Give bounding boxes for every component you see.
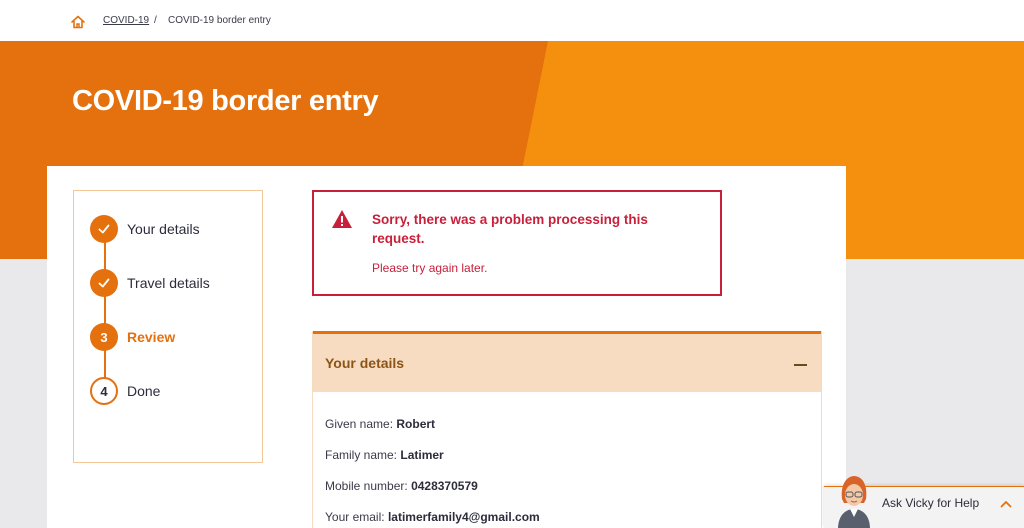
error-title: Sorry, there was a problem processing th… <box>372 212 648 246</box>
stepper-line <box>104 231 106 391</box>
chat-widget[interactable]: Ask Vicky for Help <box>824 476 1024 528</box>
field-value: Latimer <box>400 448 444 462</box>
step-label: Review <box>127 329 176 345</box>
your-details-section: Your details Given name: Robert Family n… <box>312 331 822 528</box>
field-value: 0428370579 <box>411 479 478 493</box>
field-label: Given name: <box>325 417 394 431</box>
progress-stepper: Your details Travel details 3 Review 4 D… <box>73 190 263 463</box>
top-bar: COVID-19 / COVID-19 border entry <box>0 0 1024 41</box>
your-details-header[interactable]: Your details <box>313 331 821 392</box>
home-icon[interactable] <box>70 14 86 30</box>
breadcrumb-link-covid19[interactable]: COVID-19 <box>103 15 149 26</box>
step-check-icon <box>90 269 118 297</box>
field-mobile-number: Mobile number: 0428370579 <box>325 479 478 493</box>
step-label: Your details <box>127 221 200 237</box>
step-travel-details[interactable]: Travel details <box>90 269 210 297</box>
collapse-icon[interactable] <box>793 356 809 372</box>
error-message: Please try again later. <box>372 261 488 275</box>
page-title: COVID-19 border entry <box>72 85 379 117</box>
step-review[interactable]: 3 Review <box>90 323 175 351</box>
field-label: Your email: <box>325 510 385 524</box>
field-value: latimerfamily4@gmail.com <box>387 510 540 524</box>
step-your-details[interactable]: Your details <box>90 215 200 243</box>
main-card: Your details Travel details 3 Review 4 D… <box>47 166 846 528</box>
breadcrumb-separator: / <box>154 15 157 26</box>
field-given-name: Given name: Robert <box>325 417 435 431</box>
field-family-name: Family name: Latimer <box>325 448 444 462</box>
field-value: Robert <box>396 417 436 431</box>
field-label: Family name: <box>325 448 398 462</box>
section-title: Your details <box>325 355 405 371</box>
field-email: Your email: latimerfamily4@gmail.com <box>325 510 540 524</box>
vicky-avatar <box>838 476 870 528</box>
chevron-up-icon[interactable] <box>1000 499 1012 509</box>
error-alert: Sorry, there was a problem processing th… <box>312 190 722 296</box>
field-label: Mobile number: <box>325 479 408 493</box>
step-check-icon <box>90 215 118 243</box>
chat-label: Ask Vicky for Help <box>882 496 980 510</box>
step-number: 3 <box>90 323 118 351</box>
step-label: Done <box>127 383 161 399</box>
warning-icon <box>332 210 352 228</box>
step-number: 4 <box>90 377 118 405</box>
step-label: Travel details <box>127 275 210 291</box>
breadcrumb-current: COVID-19 border entry <box>168 15 271 26</box>
step-done[interactable]: 4 Done <box>90 377 160 405</box>
